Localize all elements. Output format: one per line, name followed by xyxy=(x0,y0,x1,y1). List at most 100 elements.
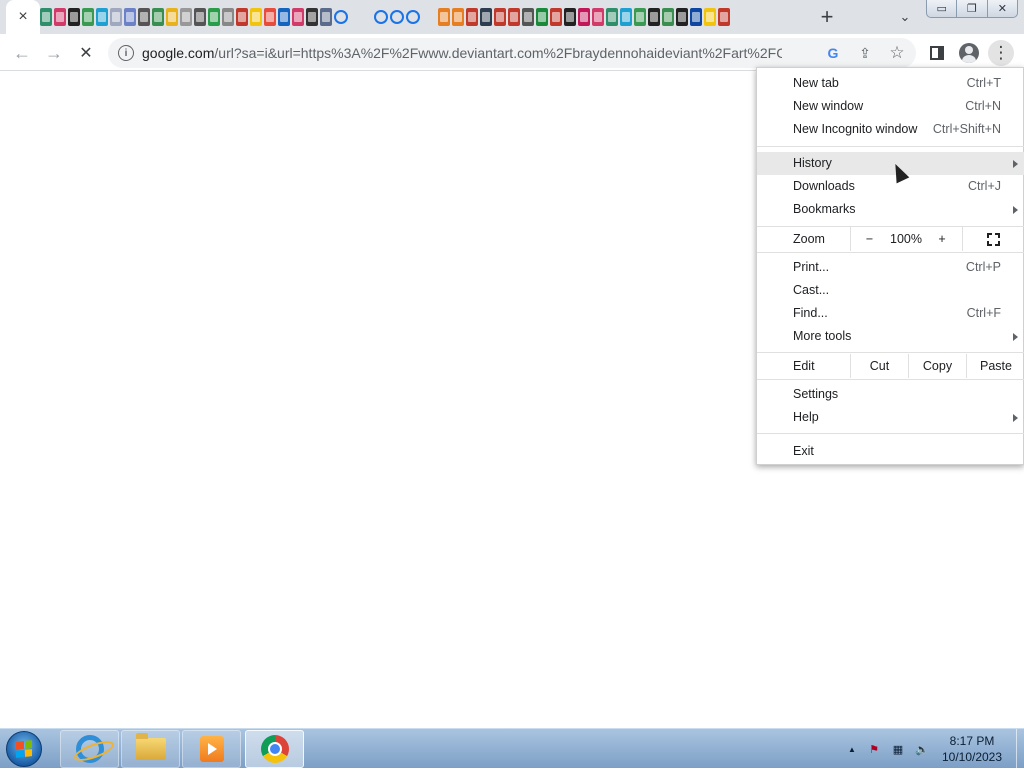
menu-item-print[interactable]: Print... Ctrl+P xyxy=(757,256,1024,279)
forward-button[interactable]: → xyxy=(40,39,68,67)
cut-button[interactable]: Cut xyxy=(850,354,908,378)
pinned-tab-favicon-icon[interactable] xyxy=(690,8,702,26)
pinned-tab-favicon-icon[interactable] xyxy=(578,8,590,26)
zoom-out-button[interactable]: − xyxy=(850,227,888,251)
start-button[interactable] xyxy=(6,731,42,767)
pinned-tab-favicon-icon[interactable] xyxy=(222,8,234,26)
pinned-tab-favicon-icon[interactable] xyxy=(138,8,150,26)
pinned-tab-favicon-icon[interactable] xyxy=(82,8,94,26)
paste-button[interactable]: Paste xyxy=(966,354,1024,378)
pinned-tab-favicon-icon[interactable] xyxy=(704,8,716,26)
pinned-tab-favicon-icon[interactable] xyxy=(676,8,688,26)
pinned-tab-favicon-icon[interactable] xyxy=(306,8,318,26)
copy-button[interactable]: Copy xyxy=(908,354,966,378)
taskbar-file-explorer[interactable] xyxy=(121,730,180,768)
window-controls: ▭ ❐ ✕ xyxy=(926,0,1018,18)
stop-loading-button[interactable]: ✕ xyxy=(72,39,100,67)
menu-item-more-tools[interactable]: More tools xyxy=(757,325,1024,348)
pinned-tab-favicon-icon[interactable] xyxy=(452,8,464,26)
pinned-tab-favicon-icon[interactable] xyxy=(550,8,562,26)
url-text[interactable]: google.com/url?sa=i&url=https%3A%2F%2Fww… xyxy=(142,38,782,68)
google-lens-icon[interactable]: G xyxy=(824,44,842,62)
menu-item-label: Downloads xyxy=(793,179,855,193)
pinned-tab-favicon-icon[interactable] xyxy=(438,8,450,26)
pinned-tab-favicon-icon[interactable] xyxy=(480,8,492,26)
pinned-tab-favicon-icon[interactable] xyxy=(292,8,304,26)
menu-item-new-tab[interactable]: New tab Ctrl+T xyxy=(757,72,1024,95)
show-hidden-icons-button[interactable]: ▲ xyxy=(844,741,860,757)
menu-item-new-incognito[interactable]: New Incognito window Ctrl+Shift+N xyxy=(757,118,1024,141)
side-panel-button[interactable] xyxy=(924,40,950,66)
menu-item-exit[interactable]: Exit xyxy=(757,440,1024,463)
chrome-menu-button[interactable]: ⋮ xyxy=(988,40,1014,66)
restore-button[interactable]: ❐ xyxy=(957,0,988,17)
taskbar-media-player[interactable] xyxy=(182,730,241,768)
action-center-flag-icon[interactable]: ⚑ xyxy=(866,741,882,757)
loading-tab-spinner-icon[interactable] xyxy=(406,10,420,24)
site-info-icon[interactable]: i xyxy=(118,45,134,61)
menu-item-settings[interactable]: Settings xyxy=(757,383,1024,406)
pinned-tab-favicon-icon[interactable] xyxy=(96,8,108,26)
pinned-tab-favicon-icon[interactable] xyxy=(166,8,178,26)
menu-separator xyxy=(757,352,1024,353)
pinned-tab-favicon-icon[interactable] xyxy=(110,8,122,26)
pinned-tab-favicon-icon[interactable] xyxy=(606,8,618,26)
loading-tab-spinner-icon[interactable] xyxy=(390,10,404,24)
back-button[interactable]: ← xyxy=(8,39,36,67)
pinned-tab-favicon-icon[interactable] xyxy=(124,8,136,26)
menu-item-find[interactable]: Find... Ctrl+F xyxy=(757,302,1024,325)
bookmark-star-icon[interactable]: ☆ xyxy=(888,43,906,62)
taskbar-chrome[interactable] xyxy=(245,730,304,768)
pinned-tab-favicon-icon[interactable] xyxy=(250,8,262,26)
show-desktop-button[interactable] xyxy=(1016,729,1024,769)
menu-item-label: Settings xyxy=(793,387,839,401)
taskbar-internet-explorer[interactable] xyxy=(60,730,119,768)
network-icon[interactable]: ▦ xyxy=(890,741,906,757)
zoom-in-button[interactable]: + xyxy=(925,227,959,251)
pinned-tab-favicon-icon[interactable] xyxy=(278,8,290,26)
menu-item-new-window[interactable]: New window Ctrl+N xyxy=(757,95,1024,118)
pinned-tab-favicon-icon[interactable] xyxy=(320,8,332,26)
share-icon[interactable]: ⇪ xyxy=(856,44,874,62)
pinned-tab-favicon-icon[interactable] xyxy=(194,8,206,26)
address-bar[interactable]: i google.com/url?sa=i&url=https%3A%2F%2F… xyxy=(108,38,916,68)
minimize-button[interactable]: ▭ xyxy=(927,0,958,17)
menu-item-cast[interactable]: Cast... xyxy=(757,279,1024,302)
pinned-tab-favicon-icon[interactable] xyxy=(508,8,520,26)
menu-item-bookmarks[interactable]: Bookmarks xyxy=(757,198,1024,221)
menu-item-downloads[interactable]: Downloads Ctrl+J xyxy=(757,175,1024,198)
loading-tab-spinner-icon[interactable] xyxy=(334,10,348,24)
menu-item-help[interactable]: Help xyxy=(757,406,1024,429)
pinned-tab-favicon-icon[interactable] xyxy=(662,8,674,26)
loading-tab-spinner-icon[interactable] xyxy=(374,10,388,24)
pinned-tab-favicon-icon[interactable] xyxy=(236,8,248,26)
pinned-tab-favicon-icon[interactable] xyxy=(620,8,632,26)
pinned-tab-favicon-icon[interactable] xyxy=(634,8,646,26)
new-tab-button[interactable]: + xyxy=(814,4,840,30)
menu-edit-row: Edit Cut Copy Paste xyxy=(757,354,1024,378)
profile-button[interactable] xyxy=(956,40,982,66)
close-window-button[interactable]: ✕ xyxy=(988,0,1017,17)
pinned-tab-favicon-icon[interactable] xyxy=(152,8,164,26)
pinned-tab-favicon-icon[interactable] xyxy=(494,8,506,26)
pinned-tab-favicon-icon[interactable] xyxy=(208,8,220,26)
pinned-tab-favicon-icon[interactable] xyxy=(536,8,548,26)
pinned-tab-favicon-icon[interactable] xyxy=(564,8,576,26)
pinned-tab-favicon-icon[interactable] xyxy=(718,8,730,26)
active-tab-close-button[interactable]: × xyxy=(6,0,40,34)
taskbar-clock[interactable]: 8:17 PM 10/10/2023 xyxy=(930,733,1014,767)
pinned-tab-favicon-icon[interactable] xyxy=(68,8,80,26)
pinned-tab-favicon-icon[interactable] xyxy=(466,8,478,26)
pinned-tab-favicon-icon[interactable] xyxy=(180,8,192,26)
volume-muted-icon[interactable]: 🔈 xyxy=(914,741,930,757)
menu-zoom-row: Zoom − 100% + xyxy=(757,227,1024,251)
pinned-tab-favicon-icon[interactable] xyxy=(592,8,604,26)
pinned-tab-favicon-icon[interactable] xyxy=(522,8,534,26)
pinned-tab-favicon-icon[interactable] xyxy=(54,8,66,26)
pinned-tab-favicon-icon[interactable] xyxy=(40,8,52,26)
menu-separator xyxy=(757,146,1024,147)
tab-search-button[interactable]: ⌄ xyxy=(894,6,916,28)
fullscreen-button[interactable] xyxy=(962,227,1024,251)
pinned-tab-favicon-icon[interactable] xyxy=(648,8,660,26)
pinned-tab-favicon-icon[interactable] xyxy=(264,8,276,26)
